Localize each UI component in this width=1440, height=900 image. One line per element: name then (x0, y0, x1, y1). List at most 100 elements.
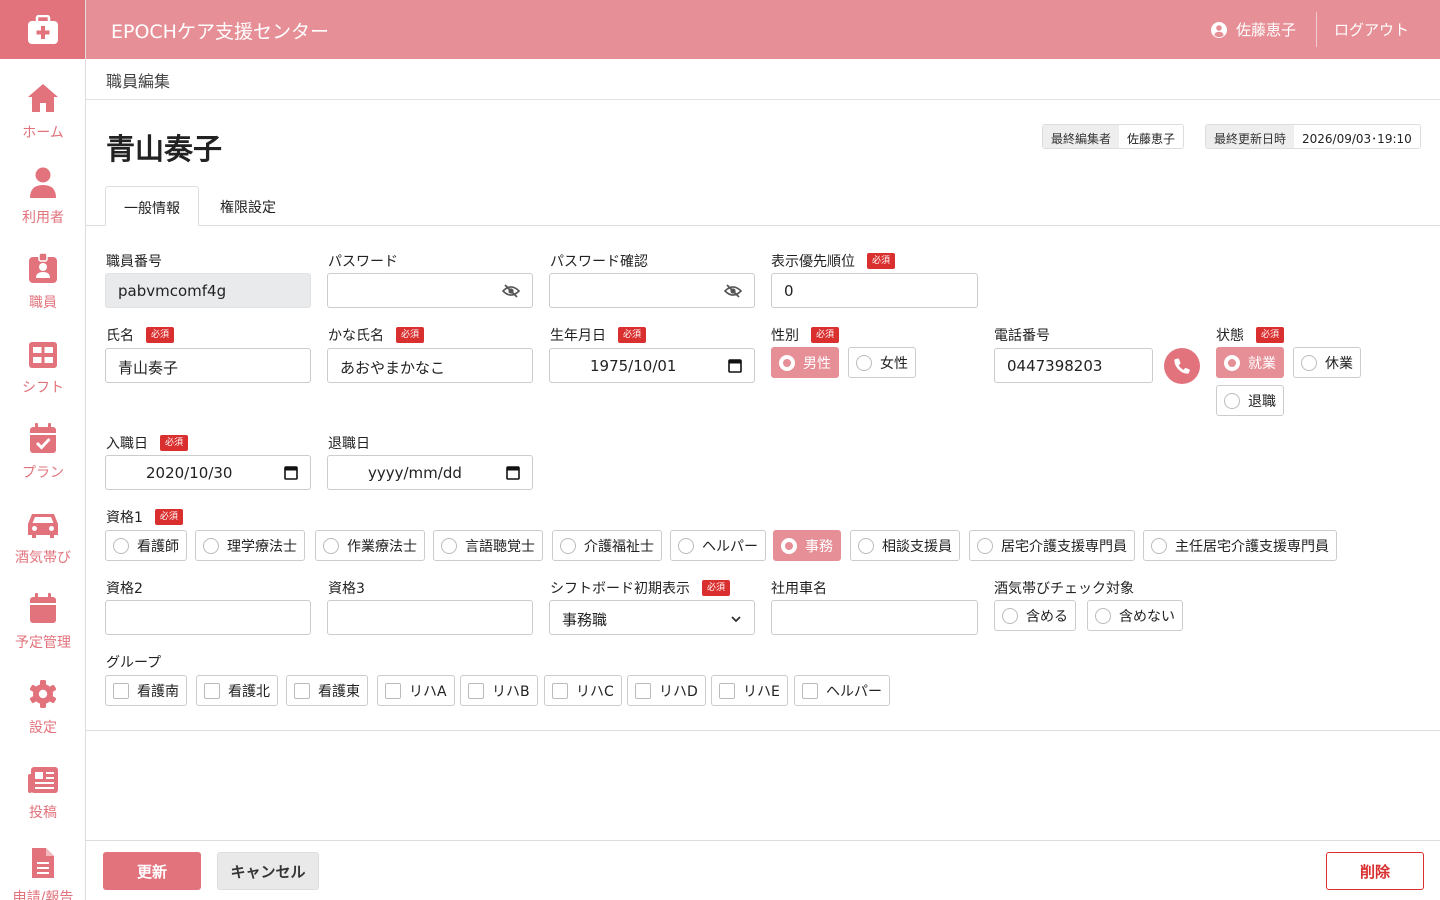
hire-date-field[interactable]: 2020/10/30 (105, 455, 311, 490)
calendar-picker-icon[interactable] (284, 465, 298, 484)
required-badge: 必須 (146, 327, 175, 343)
qualification2-label-text: 資格2 (106, 581, 143, 597)
shift-board-value: 事務職 (562, 611, 608, 629)
leave-date-label: 退職日 (328, 433, 370, 453)
required-badge: 必須 (396, 327, 425, 343)
qualification1-option[interactable]: 介護福祉士 (552, 530, 662, 561)
qualification1-option[interactable]: 主任居宅介護支援専門員 (1143, 530, 1337, 561)
qualification1-option[interactable]: 言語聴覚士 (433, 530, 543, 561)
update-button[interactable]: 更新 (103, 852, 201, 890)
birthday-field[interactable]: 1975/10/01 (549, 348, 755, 383)
qualification1-option[interactable]: 相談支援員 (850, 530, 960, 561)
group-label: グループ (106, 652, 161, 672)
user-menu[interactable]: 佐藤恵子 (1211, 19, 1296, 40)
qualification1-option[interactable]: 居宅介護支援専門員 (969, 530, 1135, 561)
delete-button[interactable]: 削除 (1326, 852, 1424, 890)
group-checkbox[interactable]: 看護東 (286, 675, 368, 706)
group-checkbox[interactable]: リハB (460, 675, 538, 706)
sidebar-item-users[interactable]: 利用者 (0, 165, 85, 245)
group-checkbox[interactable]: 看護南 (105, 675, 187, 706)
kana-field[interactable]: あおやまかなこ (327, 348, 533, 383)
password-field[interactable] (327, 273, 533, 308)
qualification1-label: 資格1 必須 (106, 507, 183, 527)
birthday-label: 生年月日 必須 (550, 325, 647, 345)
gender-option-male[interactable]: 男性 (771, 347, 839, 378)
qualification1-option[interactable]: ヘルパー (670, 530, 766, 561)
status-option-retired[interactable]: 退職 (1216, 385, 1284, 416)
option-label: 女性 (880, 355, 908, 372)
qualification1-option[interactable]: 理学療法士 (195, 530, 305, 561)
call-button[interactable] (1164, 348, 1200, 384)
password-label: パスワード (328, 251, 398, 271)
radio-icon (1151, 537, 1167, 554)
staff-no-label: 職員番号 (106, 251, 162, 271)
tab-permissions[interactable]: 権限設定 (202, 186, 294, 226)
sidebar-item-alcohol[interactable]: 酒気帯び (0, 505, 85, 585)
group-checkbox[interactable]: ヘルパー (794, 675, 890, 706)
eye-slash-icon[interactable] (723, 283, 743, 303)
group-checkbox[interactable]: リハA (377, 675, 455, 706)
logout-link[interactable]: ログアウト (1334, 19, 1409, 40)
sidebar-item-label: 予定管理 (15, 635, 71, 651)
leave-date-field[interactable]: yyyy/mm/dd (327, 455, 533, 490)
tab-general[interactable]: 一般情報 (105, 186, 199, 226)
alcohol-check-option-exclude[interactable]: 含めない (1087, 600, 1183, 631)
sidebar-item-plan[interactable]: プラン (0, 420, 85, 500)
qualification2-field[interactable] (105, 600, 311, 635)
staff-no-label-text: 職員番号 (106, 254, 162, 270)
cancel-button[interactable]: キャンセル (217, 852, 319, 890)
car-icon (28, 514, 58, 538)
footer-actions: 更新 キャンセル 削除 (86, 840, 1440, 900)
company-car-field[interactable] (771, 600, 978, 635)
sidebar-item-reports[interactable]: 申請/報告 (0, 845, 85, 900)
password-confirm-field[interactable] (549, 273, 755, 308)
priority-field[interactable]: 0 (771, 273, 978, 308)
app-title: EPOCHケア支援センター (111, 21, 329, 43)
sidebar-item-label: 設定 (29, 720, 57, 736)
radio-icon (977, 537, 993, 554)
phone-field[interactable]: 0447398203 (994, 348, 1153, 383)
sidebar-item-schedule[interactable]: 予定管理 (0, 590, 85, 670)
required-badge: 必須 (867, 253, 896, 269)
group-checkbox[interactable]: リハE (711, 675, 788, 706)
sidebar-item-shift[interactable]: シフト (0, 335, 85, 415)
eye-slash-icon[interactable] (501, 283, 521, 303)
sidebar-item-staff[interactable]: 職員 (0, 250, 85, 330)
option-label: 居宅介護支援専門員 (1001, 538, 1127, 555)
alcohol-check-option-include[interactable]: 含める (994, 600, 1076, 631)
option-label: 看護東 (318, 683, 360, 700)
group-checkbox[interactable]: リハD (627, 675, 706, 706)
option-label: 事務 (805, 538, 833, 555)
person-icon (30, 167, 56, 198)
name-field[interactable]: 青山奏子 (105, 348, 311, 383)
divider (86, 730, 1440, 731)
qualification1-option[interactable]: 看護師 (105, 530, 187, 561)
password-confirm-label: パスワード確認 (550, 251, 648, 271)
birthday-value: 1975/10/01 (590, 357, 677, 375)
required-badge: 必須 (1256, 327, 1285, 343)
name-label-text: 氏名 (106, 328, 134, 344)
sidebar-item-home[interactable]: ホーム (0, 80, 85, 160)
shift-board-select[interactable]: 事務職 (549, 600, 755, 635)
qualification1-option-selected[interactable]: 事務 (773, 530, 841, 561)
calendar-check-icon (30, 423, 56, 453)
group-label-text: グループ (106, 655, 162, 671)
calendar-picker-icon[interactable] (506, 465, 520, 484)
sidebar-item-settings[interactable]: 設定 (0, 675, 85, 755)
sidebar-item-label: 利用者 (22, 210, 64, 226)
calendar-picker-icon[interactable] (728, 358, 742, 377)
status-option-leave[interactable]: 休業 (1293, 347, 1361, 378)
option-label: 作業療法士 (347, 538, 417, 555)
group-checkbox[interactable]: リハC (544, 675, 622, 706)
status-option-working[interactable]: 就業 (1216, 347, 1284, 378)
kana-label-text: かな氏名 (328, 328, 384, 344)
group-checkbox[interactable]: 看護北 (196, 675, 278, 706)
qualification1-option[interactable]: 作業療法士 (315, 530, 425, 561)
sidebar-item-posts[interactable]: 投稿 (0, 760, 85, 840)
qualification3-field[interactable] (327, 600, 533, 635)
radio-icon (113, 537, 129, 554)
logo[interactable] (0, 0, 85, 59)
checkbox-icon (635, 682, 651, 699)
gender-option-female[interactable]: 女性 (848, 347, 916, 378)
qualification1-label-text: 資格1 (106, 510, 143, 526)
